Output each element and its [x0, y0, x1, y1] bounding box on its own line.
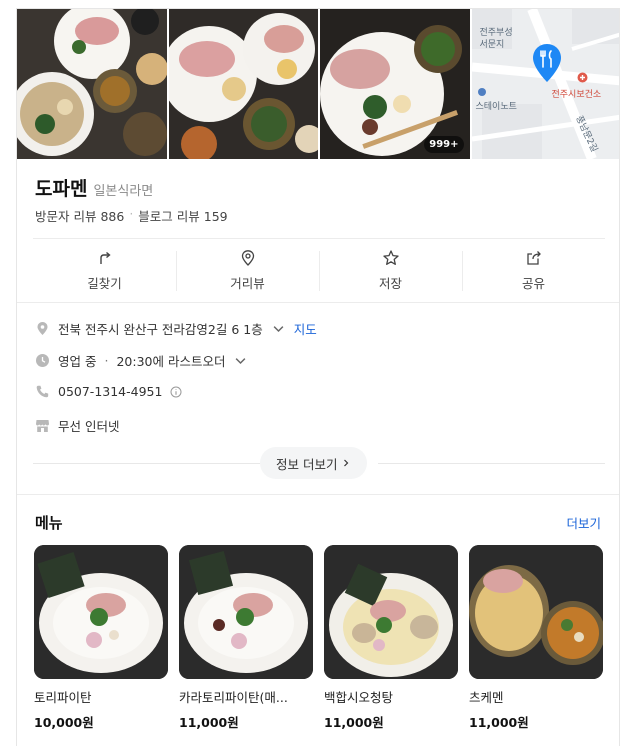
street-view-button[interactable]: 거리뷰: [176, 239, 319, 302]
open-status: 영업 중: [58, 354, 97, 369]
menu-list: 토리파이탄 10,000원 카라토리파이탄(매... 11,000원 백합시오청…: [34, 545, 606, 731]
menu-item-name: 토리파이탄: [34, 690, 92, 705]
share-label: 공유: [521, 276, 545, 291]
visitor-review-link[interactable]: 방문자 리뷰 886: [35, 206, 124, 225]
phone-number[interactable]: 0507-1314-4951: [58, 384, 162, 399]
hours-row: 영업 중 · 20:30에 라스트오더: [35, 351, 248, 370]
menu-more-link[interactable]: 더보기: [566, 513, 601, 532]
menu-item-price: 11,000원: [469, 715, 529, 730]
store-icon: [36, 420, 49, 432]
photo-strip: 999+ 전주부성 서문지 스테이노트 전주시보건소 풍남문2길: [17, 9, 619, 159]
phone-row: 0507-1314-4951: [35, 384, 182, 399]
street-view-label: 거리뷰: [230, 276, 265, 291]
info-icon[interactable]: [170, 386, 182, 398]
more-photos-badge[interactable]: 999+: [424, 136, 464, 153]
clock-icon: [36, 354, 49, 367]
divider: [17, 302, 619, 303]
place-category: 일본식라면: [93, 184, 154, 199]
location-pin-icon: [37, 322, 48, 335]
menu-item[interactable]: 토리파이탄 10,000원: [34, 545, 168, 731]
share-button[interactable]: 공유: [462, 239, 605, 302]
chevron-down-icon[interactable]: [233, 353, 248, 368]
menu-item[interactable]: 츠케멘 11,000원: [469, 545, 603, 731]
map-label-store: 스테이노트: [475, 102, 517, 112]
menu-item[interactable]: 카라토리파이탄(매... 11,000원: [179, 545, 313, 731]
place-title-row: 도파멘 일본식라면: [35, 174, 153, 201]
separator-dot: ·: [129, 206, 134, 221]
star-icon: [382, 250, 399, 265]
menu-item-name: 츠케멘: [469, 690, 504, 705]
menu-item-price: 11,000원: [179, 715, 239, 730]
last-order-text[interactable]: 20:30에 라스트오더: [116, 351, 225, 370]
menu-item-price: 11,000원: [324, 715, 384, 730]
map-link[interactable]: 지도: [294, 319, 317, 338]
review-summary: 방문자 리뷰 886 · 블로그 리뷰 159: [35, 206, 228, 225]
menu-item-image[interactable]: [34, 545, 168, 679]
hospital-icon: [577, 72, 587, 83]
action-bar: 길찾기 거리뷰 저장 공유: [33, 238, 605, 302]
chevron-down-icon[interactable]: [271, 321, 286, 336]
share-icon: [526, 251, 541, 265]
save-label: 저장: [378, 276, 402, 291]
menu-section-title: 메뉴: [35, 514, 63, 532]
separator-dot: ·: [104, 353, 109, 368]
amenity-row: 무선 인터넷: [35, 416, 119, 435]
menu-item-image[interactable]: [324, 545, 458, 679]
menu-item-image[interactable]: [469, 545, 603, 679]
chevron-right-icon: [344, 459, 349, 467]
divider: [378, 463, 605, 464]
more-info-label: 정보 더보기: [276, 456, 338, 472]
save-button[interactable]: 저장: [319, 239, 462, 302]
more-info-button[interactable]: 정보 더보기: [260, 447, 368, 479]
blog-review-link[interactable]: 블로그 리뷰 159: [138, 206, 227, 225]
phone-icon: [36, 385, 49, 398]
map-pin-icon: [532, 44, 561, 82]
mini-map[interactable]: 전주부성 서문지 스테이노트 전주시보건소 풍남문2길: [471, 9, 619, 159]
photo-1[interactable]: [17, 9, 167, 159]
place-dot-icon: [477, 88, 486, 96]
address-row: 전북 전주시 완산구 전라감영2길 6 1층 지도: [35, 319, 317, 338]
directions-label: 길찾기: [87, 276, 122, 291]
directions-icon: [99, 251, 111, 264]
divider: [33, 463, 260, 464]
address-text[interactable]: 전북 전주시 완산구 전라감영2길 6 1층: [58, 319, 263, 338]
photo-3[interactable]: 999+: [320, 9, 470, 159]
menu-item-name: 백합시오청탕: [324, 690, 394, 705]
directions-button[interactable]: 길찾기: [33, 239, 176, 302]
place-name: 도파멘: [35, 178, 88, 200]
section-divider: [17, 494, 619, 495]
map-label-office: 전주부성 서문지: [479, 28, 513, 50]
map-label-health: 전주시보건소: [551, 90, 602, 100]
menu-item-image[interactable]: [179, 545, 313, 679]
menu-item-price: 10,000원: [34, 715, 94, 730]
place-card: 999+ 전주부성 서문지 스테이노트 전주시보건소 풍남문2길 도파멘 일본식…: [16, 8, 620, 746]
menu-item[interactable]: 백합시오청탕 11,000원: [324, 545, 458, 731]
street-view-icon: [241, 250, 254, 266]
photo-2[interactable]: [168, 9, 318, 159]
menu-item-name: 카라토리파이탄(매...: [179, 690, 288, 705]
amenity-text: 무선 인터넷: [58, 419, 120, 434]
